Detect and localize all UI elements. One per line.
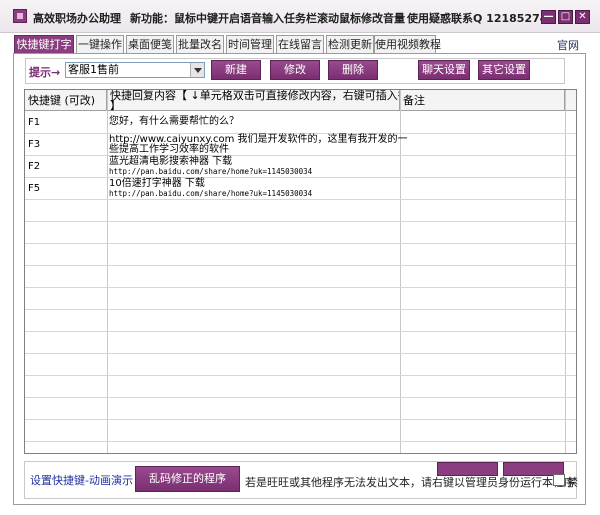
row-content-line2: http://pan.baidu.com/share/home?uk=11450… <box>109 189 313 198</box>
row-divider <box>25 375 576 376</box>
shortcut-table[interactable]: 快捷键 (可改) 快捷回复内容【 ↓单元格双击可直接修改内容，右键可插入行 】 … <box>24 89 577 454</box>
notice-contact: 使用疑惑联系Q 121852749 <box>407 12 556 25</box>
row-key[interactable]: F5 <box>28 183 40 194</box>
row-content-line1: 蓝光超清电影搜索神器 下载 <box>109 156 233 167</box>
row-divider <box>25 155 576 156</box>
row-content[interactable]: http://www.caiyunxy.com 我们是开发软件的，这里有我开发的… <box>109 135 408 155</box>
minimize-button[interactable]: — <box>541 10 556 24</box>
column-divider <box>565 90 566 453</box>
tab-video-tutorial[interactable]: 使用视频教程 <box>374 35 441 54</box>
chevron-down-icon[interactable] <box>190 63 204 77</box>
tab-check-update[interactable]: 检测更新 <box>326 35 374 54</box>
header-key[interactable]: 快捷键 (可改) <box>25 90 107 111</box>
chat-settings-button[interactable]: 聊天设置 <box>418 60 470 80</box>
row-divider <box>25 353 576 354</box>
disable-checkbox-label: 禁 <box>567 476 578 489</box>
row-content[interactable]: 10倍速打字神器 下载 http://pan.baidu.com/share/h… <box>109 179 312 199</box>
row-divider <box>25 199 576 200</box>
row-content-line1: 10倍速打字神器 下载 <box>109 178 205 189</box>
row-content-line2: http://pan.baidu.com/share/home?uk=11450… <box>109 167 313 176</box>
header-content-line1: 快捷回复内容【 ↓单元格双击可直接修改内容，右键可插入行 <box>110 90 400 102</box>
demo-animation-link[interactable]: 设置快捷键-动画演示 <box>30 472 133 488</box>
tab-desktop-notes[interactable]: 桌面便笺 <box>126 35 174 54</box>
tab-online-message[interactable]: 在线留言 <box>276 35 324 54</box>
tab-time-management[interactable]: 时间管理 <box>226 35 274 54</box>
edit-button[interactable]: 修改 <box>270 60 320 80</box>
row-content[interactable]: 您好，有什么需要帮忙的么？ <box>109 117 239 127</box>
row-key[interactable]: F3 <box>28 139 40 150</box>
row-content-line1: 您好，有什么需要帮忙的么？ <box>109 116 239 127</box>
row-divider <box>25 265 576 266</box>
app-title: 高效职场办公助理 <box>33 12 121 25</box>
preset-select-value: 客服1售前 <box>68 63 119 76</box>
row-divider <box>25 221 576 222</box>
header-note[interactable]: 备注 <box>400 90 565 111</box>
notice-volume: 任务栏滚动鼠标修改音量 <box>284 12 405 25</box>
column-divider <box>107 90 108 453</box>
tab-one-click[interactable]: 一键操作 <box>76 35 124 54</box>
row-divider <box>25 331 576 332</box>
tab-shortcut-typing[interactable]: 快捷键打字 <box>14 35 74 54</box>
row-key[interactable]: F1 <box>28 117 40 128</box>
header-content-line2: 】 <box>110 99 121 111</box>
row-divider <box>25 397 576 398</box>
tab-batch-rename[interactable]: 批量改名 <box>176 35 224 54</box>
row-key[interactable]: F2 <box>28 161 40 172</box>
delete-button[interactable]: 删除 <box>328 60 378 80</box>
row-divider <box>25 309 576 310</box>
admin-run-note: 若是旺旺或其他程序无法发出文本，请右键以管理员身份运行本程序 <box>245 476 575 489</box>
row-divider <box>25 419 576 420</box>
preset-select[interactable]: 客服1售前 <box>65 62 205 78</box>
row-content-line2: 些提高工作学习效率的软件 <box>109 144 229 155</box>
row-divider <box>25 243 576 244</box>
row-divider <box>25 177 576 178</box>
new-button[interactable]: 新建 <box>211 60 261 80</box>
other-settings-button[interactable]: 其它设置 <box>478 60 530 80</box>
row-divider <box>25 287 576 288</box>
row-content[interactable]: 蓝光超清电影搜索神器 下载 http://pan.baidu.com/share… <box>109 157 312 177</box>
row-divider <box>25 441 576 442</box>
garble-fix-button[interactable]: 乱码修正的程序 <box>135 466 240 492</box>
header-content[interactable]: 快捷回复内容【 ↓单元格双击可直接修改内容，右键可插入行 】 <box>107 90 400 111</box>
close-button[interactable]: ✕ <box>575 10 590 24</box>
disable-checkbox[interactable] <box>553 474 565 486</box>
app-icon <box>13 9 27 23</box>
official-site-link[interactable]: 官网 <box>557 37 579 53</box>
hint-label: 提示→ <box>29 66 61 79</box>
restore-button[interactable]: □ <box>558 10 573 24</box>
notice-voice-input: 新功能：鼠标中键开启语音输入 <box>130 12 284 25</box>
